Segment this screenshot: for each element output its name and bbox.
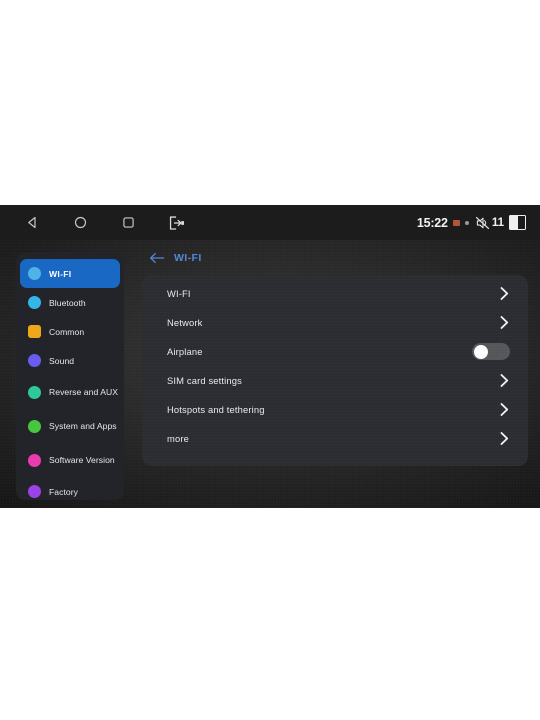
- gear-icon: [28, 325, 41, 338]
- settings-sidebar: WI-FI Bluetooth Common Sound Reverse and…: [16, 253, 124, 500]
- device-screen: 15:22 11 WI-FI Bluetooth Common Sound Re…: [0, 205, 540, 508]
- settings-app-body: WI-FI Bluetooth Common Sound Reverse and…: [0, 240, 540, 508]
- home-circle-icon[interactable]: [70, 213, 90, 233]
- sidebar-item-label: Software Version: [49, 455, 115, 465]
- chevron-right-icon: [500, 403, 509, 416]
- airplane-mode-toggle[interactable]: [472, 343, 510, 360]
- list-item-label: Airplane: [167, 346, 203, 357]
- status-indicator-group: 15:22 11: [417, 205, 526, 240]
- list-item-label: Network: [167, 317, 203, 328]
- chevron-right-icon: [500, 316, 509, 329]
- page-header: WI-FI: [142, 240, 528, 275]
- volume-indicator: 11: [474, 215, 504, 231]
- wifi-icon: [28, 267, 41, 280]
- list-item-network[interactable]: Network: [142, 308, 528, 337]
- exit-app-icon[interactable]: [166, 213, 186, 233]
- sidebar-item-bluetooth[interactable]: Bluetooth: [20, 288, 120, 317]
- sidebar-item-label: Reverse and AUX: [49, 387, 119, 397]
- navigation-button-group: [0, 213, 186, 233]
- software-version-icon: [28, 453, 41, 467]
- sidebar-item-label: WI-FI: [49, 268, 72, 279]
- factory-icon: [28, 485, 41, 498]
- sidebar-item-label: Sound: [49, 355, 75, 366]
- sidebar-item-system-and-apps[interactable]: System and Apps: [20, 409, 120, 443]
- sidebar-item-common[interactable]: Common: [20, 317, 120, 346]
- toggle-knob: [473, 344, 488, 359]
- recents-square-icon[interactable]: [118, 213, 138, 233]
- list-item-sim-card-settings[interactable]: SIM card settings: [142, 366, 528, 395]
- system-apps-icon: [28, 419, 41, 433]
- signal-chip-icon: [452, 219, 460, 226]
- reverse-aux-icon: [28, 385, 41, 399]
- chevron-right-icon: [500, 374, 509, 387]
- chevron-right-icon: [500, 432, 509, 445]
- sidebar-item-sound[interactable]: Sound: [20, 346, 120, 375]
- sidebar-item-label: Factory: [49, 486, 79, 497]
- sidebar-item-software-version[interactable]: Software Version: [20, 443, 120, 477]
- sidebar-item-wifi[interactable]: WI-FI: [20, 259, 120, 288]
- chevron-right-icon: [500, 287, 509, 300]
- sidebar-item-label: System and Apps: [49, 421, 117, 431]
- system-status-bar: 15:22 11: [0, 205, 540, 240]
- sidebar-item-factory[interactable]: Factory: [20, 477, 120, 506]
- sound-icon: [28, 354, 41, 367]
- volume-muted-icon: [475, 216, 489, 229]
- status-dot-icon: [464, 220, 469, 225]
- list-item-airplane[interactable]: Airplane: [142, 337, 528, 366]
- list-item-wifi[interactable]: WI-FI: [142, 279, 528, 308]
- list-item-label: Hotspots and tethering: [167, 404, 265, 415]
- list-item-label: WI-FI: [167, 288, 191, 299]
- page-title: WI-FI: [174, 251, 202, 264]
- settings-main-column: WI-FI WI-FI Network Airplane SIM card se…: [142, 240, 528, 508]
- list-item-more[interactable]: more: [142, 424, 528, 453]
- sidebar-item-label: Common: [49, 326, 85, 337]
- dual-sim-indicator-icon: [509, 215, 526, 230]
- back-arrow-icon[interactable]: [149, 251, 165, 265]
- volume-level-value: 11: [491, 216, 504, 229]
- sidebar-item-reverse-and-aux[interactable]: Reverse and AUX: [20, 375, 120, 409]
- list-item-label: more: [167, 433, 189, 444]
- list-item-label: SIM card settings: [167, 375, 242, 386]
- bluetooth-icon: [28, 296, 41, 309]
- settings-list-card: WI-FI Network Airplane SIM card settings…: [142, 275, 528, 466]
- back-triangle-icon[interactable]: [22, 213, 42, 233]
- status-clock: 15:22: [416, 215, 448, 230]
- sidebar-item-label: Bluetooth: [49, 297, 86, 308]
- list-item-hotspots-and-tethering[interactable]: Hotspots and tethering: [142, 395, 528, 424]
